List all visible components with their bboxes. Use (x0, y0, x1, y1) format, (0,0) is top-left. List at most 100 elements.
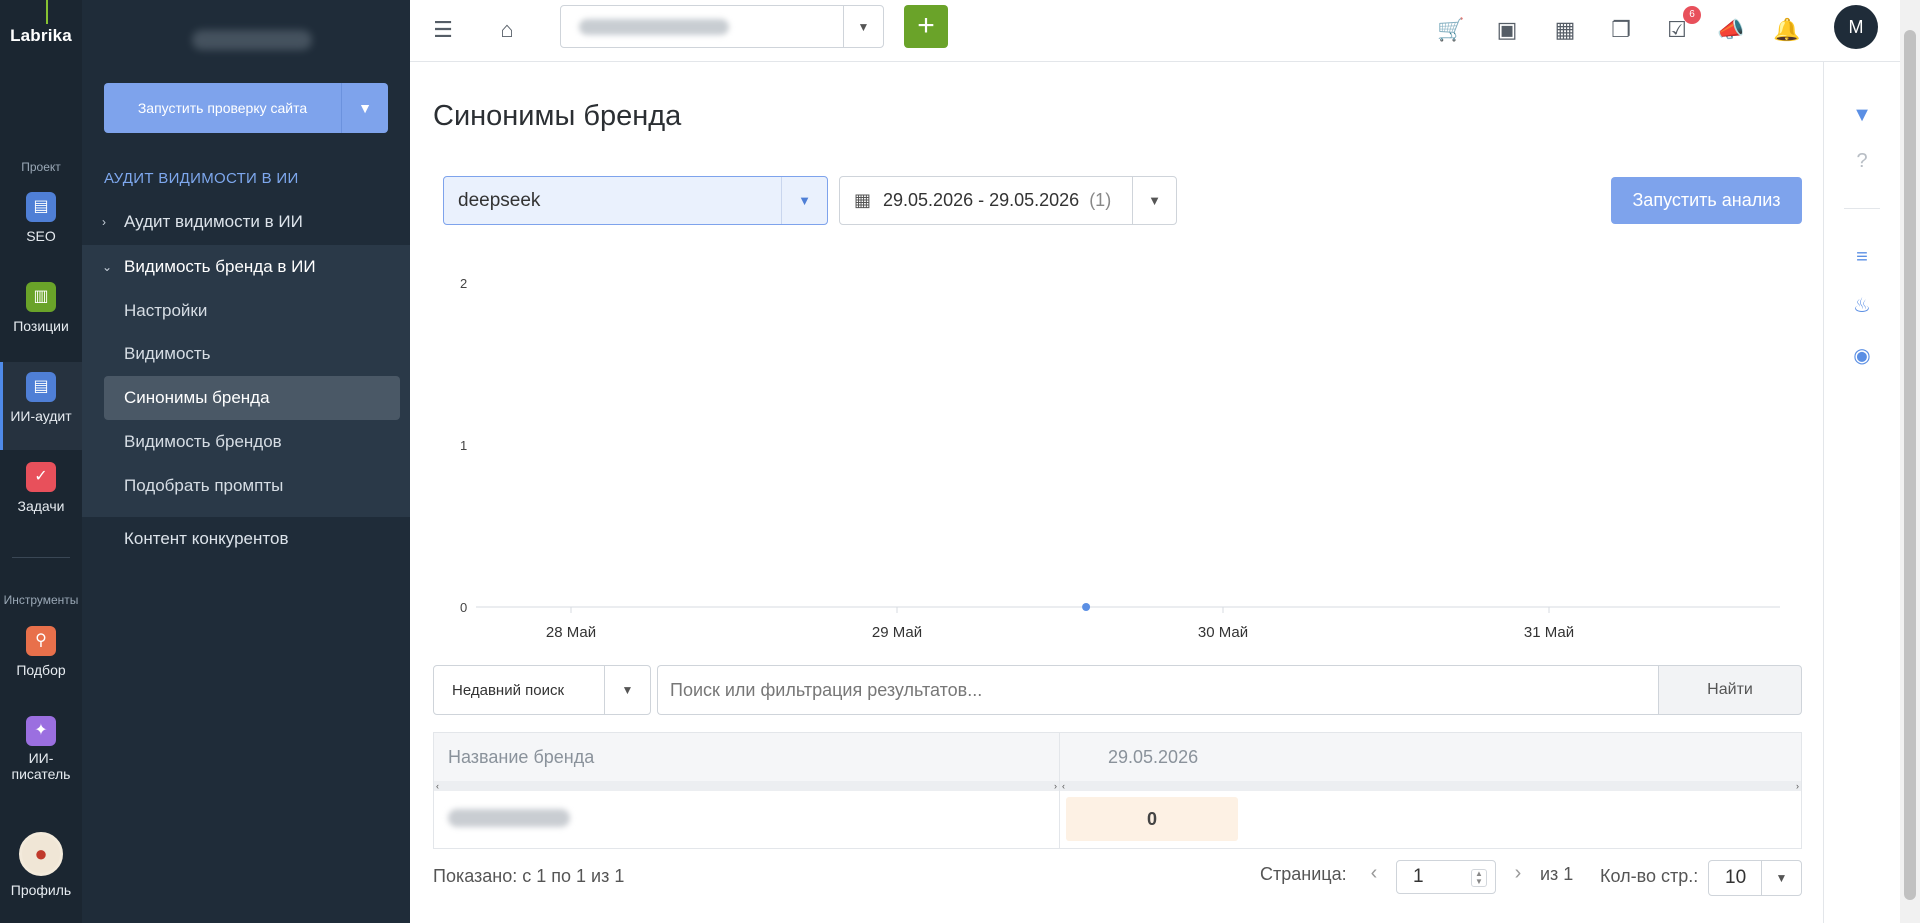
project-name-blurred (192, 30, 312, 50)
sidebar-item-competitor-content[interactable]: Контент конкурентов (82, 517, 410, 561)
column-divider (1059, 733, 1060, 848)
cart-icon[interactable]: 🛒 (1434, 13, 1468, 47)
recent-search-label: Недавний поиск (452, 681, 565, 699)
data-point[interactable] (1082, 603, 1091, 611)
magic-wand-icon: ✦ (26, 716, 56, 746)
sidebar-item-label: Аудит видимости в ИИ (124, 212, 303, 231)
brand-name-blurred (448, 809, 570, 827)
x-tick-label: 29 Май (872, 624, 922, 641)
caret-down-icon: ▼ (358, 100, 372, 116)
chevron-left-icon[interactable]: ‹ (1364, 862, 1384, 890)
caret-down-icon[interactable]: ▼ (1761, 861, 1801, 895)
right-rail: ▼ ? ≡ ♨ ◉ (1823, 62, 1900, 923)
rail-item-profile[interactable]: ● Профиль (0, 832, 82, 922)
sidebar: Запустить проверку сайта ▼ АУДИТ ВИДИМОС… (82, 0, 410, 923)
calendar-icon[interactable]: ▦ (1548, 13, 1582, 47)
user-avatar[interactable]: M (1834, 5, 1878, 49)
run-check-dropdown[interactable]: ▼ (342, 83, 388, 133)
rail-item-label: ИИ-аудит (10, 408, 72, 424)
x-tick-label: 31 Май (1524, 624, 1574, 641)
sidebar-item-brands-visibility[interactable]: Видимость брендов (82, 420, 410, 464)
scroll-left-icon: ‹ (436, 781, 439, 791)
calendar-icon: ▦ (854, 190, 872, 210)
caret-down-icon[interactable]: ▼ (1132, 177, 1176, 224)
date-range-text: 29.05.2026 - 29.05.2026 (883, 190, 1080, 210)
x-tick-label: 28 Май (546, 624, 596, 641)
help-icon[interactable]: ? (1847, 146, 1877, 176)
visibility-chart: 0 1 2 28 Май 29 Май 30 Май 31 Май (460, 276, 1780, 641)
add-button[interactable]: + (904, 5, 948, 48)
rail-item-seo[interactable]: ▤ SEO (0, 192, 82, 272)
sidebar-item-label: Синонимы бренда (124, 388, 270, 407)
caret-down-icon[interactable]: ▼ (604, 666, 650, 714)
menu-icon[interactable]: ☰ (426, 13, 460, 47)
palette-icon[interactable]: ◉ (1847, 340, 1877, 370)
find-button[interactable]: Найти (1658, 665, 1802, 715)
logo[interactable]: Labrika (0, 26, 82, 46)
sidebar-item-brand-visibility[interactable]: Видимость бренда в ИИ ⌄ (82, 245, 410, 289)
sidebar-item-label: Видимость бренда в ИИ (124, 257, 316, 276)
recent-search-select[interactable]: Недавний поиск ▼ (433, 665, 651, 715)
column-header-brand[interactable]: Название бренда (448, 733, 594, 781)
bell-icon[interactable]: 🔔 (1770, 13, 1804, 47)
rail-item-label: ИИ-писатель (11, 750, 71, 782)
rail-item-label: Позиции (13, 318, 69, 334)
page-title: Синонимы бренда (433, 100, 682, 132)
per-page-select[interactable]: 10 ▼ (1708, 860, 1802, 896)
results-shown: Показано: с 1 по 1 из 1 (433, 866, 625, 886)
scroll-right-icon: › (1054, 781, 1057, 791)
rail-item-label: Задачи (17, 498, 65, 514)
run-check-button[interactable]: Запустить проверку сайта (104, 83, 342, 133)
scroll-right-icon: › (1796, 781, 1799, 791)
cake-icon[interactable]: ♨ (1847, 290, 1877, 320)
stepper-icon[interactable]: ▲ ▼ (1471, 869, 1487, 887)
table-header: Название бренда 29.05.2026 ‹ › ‹ › (434, 733, 1801, 791)
chevron-right-icon[interactable]: › (1508, 862, 1528, 890)
date-range-select[interactable]: ▦ 29.05.2026 - 29.05.2026 (1) ▼ (839, 176, 1177, 225)
top-bar: ☰ ⌂ ▼ + 🛒 ▣ ▦ ❐ ☑ 6 📣 🔔 M (410, 0, 1900, 62)
chat-icon[interactable]: ❐ (1604, 13, 1638, 47)
rail-item-positions[interactable]: ▥ Позиции (0, 282, 82, 362)
column-scrollbar[interactable]: ‹ › (434, 781, 1059, 791)
app-root: Labrika Проект ▤ SEO ▥ Позиции ▤ ИИ-ауди… (0, 0, 1920, 923)
rail-item-selection[interactable]: ⚲ Подбор (0, 626, 82, 706)
table-cell-value: 0 (1066, 797, 1238, 841)
sidebar-item-brand-synonyms[interactable]: Синонимы бренда (104, 376, 400, 420)
rail-item-tasks[interactable]: ✓ Задачи (0, 462, 82, 542)
sidebar-item-label: Видимость (124, 344, 211, 363)
page-total: из 1 (1540, 864, 1574, 884)
search-input[interactable] (657, 665, 1658, 715)
playlist-icon[interactable]: ≡ (1847, 242, 1877, 272)
model-select[interactable]: deepseek ▼ (443, 176, 828, 225)
y-tick-label: 2 (460, 276, 467, 291)
wallet-icon[interactable]: ▣ (1490, 13, 1524, 47)
home-icon[interactable]: ⌂ (490, 13, 524, 47)
sidebar-item-visibility[interactable]: Видимость (82, 332, 410, 376)
column-scrollbar[interactable]: ‹ › (1060, 781, 1801, 791)
notification-badge: 6 (1683, 6, 1701, 24)
per-page-label: Кол-во стр.: (1600, 866, 1699, 886)
rail-item-ai-audit[interactable]: ▤ ИИ-аудит (0, 362, 82, 450)
page-scrollbar[interactable] (1900, 0, 1920, 923)
project-select[interactable]: ▼ (560, 5, 884, 48)
megaphone-icon[interactable]: 📣 (1714, 13, 1748, 47)
caret-down-icon[interactable]: ▼ (843, 6, 883, 47)
page-number-input[interactable]: 1 ▲ ▼ (1396, 860, 1496, 894)
sidebar-submenu: Видимость бренда в ИИ ⌄ Настройки Видимо… (82, 245, 410, 517)
scrollbar-thumb[interactable] (1904, 30, 1916, 900)
sidebar-item-settings[interactable]: Настройки (82, 289, 410, 333)
caret-down-icon[interactable]: ▼ (781, 177, 827, 224)
sidebar-item-label: Видимость брендов (124, 432, 282, 451)
y-tick-label: 1 (460, 438, 467, 453)
sidebar-item-pick-prompts[interactable]: Подобрать промпты (82, 464, 410, 508)
brand-synonyms-table: Название бренда 29.05.2026 ‹ › ‹ › 0 (433, 732, 1802, 849)
archive-icon[interactable]: ▼ (1847, 100, 1877, 130)
rail-section-project: Проект (21, 160, 61, 174)
rail-item-ai-writer[interactable]: ✦ ИИ-писатель (0, 716, 82, 786)
tasks-icon[interactable]: ☑ 6 (1660, 6, 1701, 47)
run-analysis-button[interactable]: Запустить анализ (1611, 177, 1802, 224)
sidebar-item-ai-visibility-audit[interactable]: › Аудит видимости в ИИ (82, 200, 410, 244)
rail-item-label: Профиль (10, 882, 72, 898)
x-tick-label: 30 Май (1198, 624, 1248, 641)
column-header-date[interactable]: 29.05.2026 (1108, 733, 1198, 781)
